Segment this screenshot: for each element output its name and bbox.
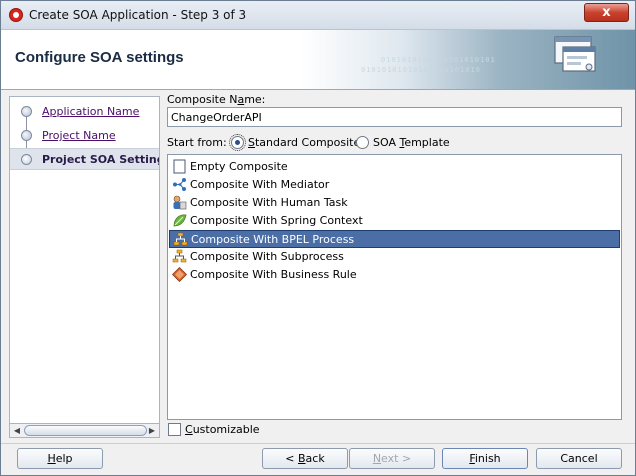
list-item[interactable]: Composite With Human Task [169, 194, 620, 212]
list-item[interactable]: Composite With Spring Context [169, 212, 620, 230]
soa-template-radio[interactable] [356, 136, 369, 149]
list-item[interactable]: Empty Composite [169, 158, 620, 176]
list-item-label: Composite With BPEL Process [191, 233, 355, 246]
spring-context-icon [173, 214, 187, 227]
empty-composite-icon [173, 159, 186, 174]
list-item[interactable]: Composite With Business Rule [169, 266, 620, 284]
list-item-label: Composite With Subprocess [190, 250, 344, 263]
jdeveloper-app-icon [9, 8, 23, 22]
footer-separator [1, 443, 635, 444]
wizard-header: 0101010101010101010101 01010101010101010… [1, 30, 635, 90]
scroll-right-arrow-icon[interactable]: ▶ [145, 424, 159, 437]
back-button[interactable]: < Back [262, 448, 348, 469]
mediator-icon [173, 178, 186, 191]
next-button[interactable]: Next > [349, 448, 435, 469]
list-item[interactable]: Composite With BPEL Process [169, 230, 620, 248]
step-indicator-icon [21, 130, 32, 141]
composite-template-list[interactable]: Empty Composite Composite With Mediator … [167, 154, 622, 420]
bpel-process-icon [173, 232, 188, 246]
business-rule-icon [172, 267, 187, 282]
nav-step-project-soa-settings[interactable]: Project SOA Settings [10, 148, 160, 170]
nav-step-label: Project SOA Settings [42, 153, 160, 166]
subprocess-icon [172, 249, 187, 263]
window-title: Create SOA Application - Step 3 of 3 [29, 8, 247, 22]
window-close-button[interactable]: x [584, 3, 629, 22]
page-title: Configure SOA settings [15, 49, 184, 66]
scrollbar-thumb[interactable] [24, 425, 147, 436]
nav-step-application-name[interactable]: Application Name [10, 101, 159, 123]
composite-name-label: Composite Name: [167, 93, 266, 106]
finish-button[interactable]: Finish [442, 448, 528, 469]
wizard-windows-icon [554, 36, 596, 72]
nav-step-project-name[interactable]: Project Name [10, 125, 159, 147]
nav-horizontal-scrollbar[interactable]: ◀ ▶ [9, 423, 160, 438]
list-item-label: Composite With Human Task [190, 196, 348, 209]
help-button[interactable]: Help [17, 448, 103, 469]
soa-template-label[interactable]: SOA Template [373, 136, 450, 149]
list-item-label: Composite With Mediator [190, 178, 330, 191]
standard-composite-label[interactable]: Standard Composite [248, 136, 360, 149]
scroll-left-arrow-icon[interactable]: ◀ [10, 424, 24, 437]
list-item-label: Empty Composite [190, 160, 288, 173]
customizable-label[interactable]: Customizable [185, 423, 260, 436]
wizard-dialog: Create SOA Application - Step 3 of 3 x 0… [0, 0, 636, 476]
list-item[interactable]: Composite With Mediator [169, 176, 620, 194]
title-bar[interactable]: Create SOA Application - Step 3 of 3 x [1, 1, 635, 30]
start-from-label: Start from: [167, 136, 227, 149]
list-item-label: Composite With Spring Context [190, 214, 363, 227]
step-indicator-icon [21, 106, 32, 117]
nav-step-label[interactable]: Project Name [42, 129, 116, 142]
human-task-icon [173, 195, 187, 210]
step-indicator-icon [21, 154, 32, 165]
header-binary-text: 0101010101010101010101 [381, 56, 496, 64]
standard-composite-radio[interactable] [229, 134, 246, 151]
cancel-button[interactable]: Cancel [536, 448, 622, 469]
list-item[interactable]: Composite With Subprocess [169, 248, 620, 266]
customizable-checkbox[interactable] [168, 423, 181, 436]
header-binary-text-2: 01010101010101010101010 [361, 66, 481, 74]
nav-step-label[interactable]: Application Name [42, 105, 139, 118]
composite-name-input[interactable] [167, 107, 622, 127]
wizard-step-nav: Application Name Project Name Project SO… [9, 96, 160, 426]
list-item-label: Composite With Business Rule [190, 268, 357, 281]
